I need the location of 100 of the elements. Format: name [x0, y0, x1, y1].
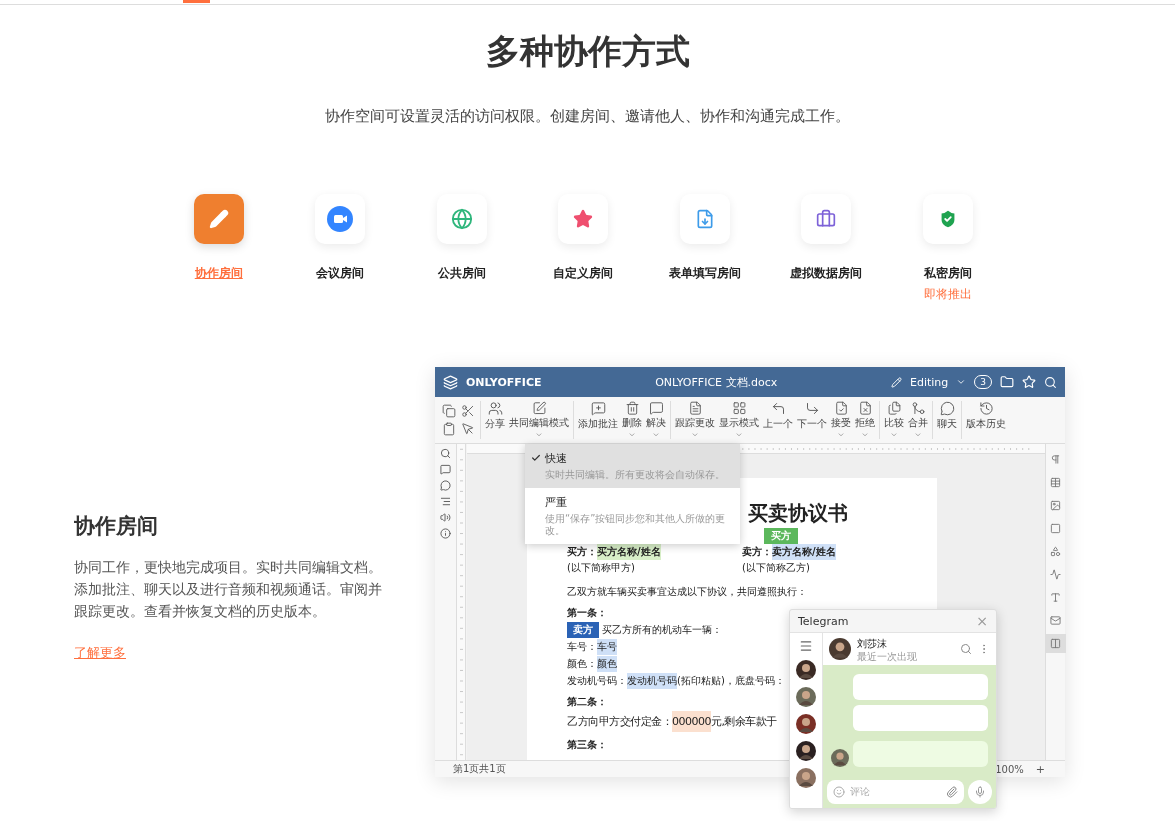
room-tab[interactable]: 私密房间 即将推出: [887, 194, 1009, 303]
document-heading: 第二条：: [567, 695, 607, 709]
toolbar-button[interactable]: 拒绝: [853, 401, 877, 439]
toolbar-button[interactable]: 聊天: [935, 401, 959, 439]
room-tab[interactable]: 会议房间: [279, 194, 401, 303]
toolbar-button[interactable]: 接受: [829, 401, 853, 439]
toolbar-button[interactable]: 分享: [483, 401, 507, 439]
accept-icon: [833, 401, 849, 416]
toolbar-button[interactable]: 删除: [620, 401, 644, 439]
check-icon: [531, 453, 541, 463]
navigation-icon[interactable]: [440, 496, 451, 507]
avatar[interactable]: [796, 768, 816, 788]
image-icon: [1050, 500, 1061, 511]
tab-label: 协作房间: [194, 265, 243, 282]
info-icon[interactable]: [440, 528, 451, 539]
menu-description: 实时共同编辑。所有更改将会自动保存。: [545, 469, 726, 481]
contact-name: 刘莎沫: [857, 636, 888, 651]
comment-icon: [648, 401, 664, 416]
mode-dropdown[interactable]: Editing: [909, 375, 949, 389]
trash-icon: [624, 401, 640, 416]
audio-icon[interactable]: [440, 512, 451, 523]
folder-icon[interactable]: [1000, 375, 1014, 389]
clipboard-icon[interactable]: [442, 422, 456, 436]
panel-tab[interactable]: [1045, 634, 1066, 653]
document-line: 乙双方就车辆买卖事宜达成以下协议，共同遵照执行：: [567, 585, 807, 599]
video-icon: [327, 206, 354, 232]
toolbar-button[interactable]: 添加批注: [576, 401, 620, 439]
pencil-icon: [208, 209, 229, 229]
search-icon[interactable]: [440, 448, 451, 459]
toolbar-button[interactable]: 跟踪更改: [673, 401, 717, 439]
placeholder: 评论: [850, 785, 871, 799]
tab-label: 公共房间: [437, 265, 486, 282]
grid-icon: [731, 401, 747, 416]
comment-add-icon: [590, 401, 606, 416]
toolbar-button[interactable]: 版本历史: [964, 401, 1008, 439]
feature-title: 协作房间: [74, 513, 159, 540]
avatar[interactable]: [829, 638, 851, 660]
edit-icon: [890, 376, 902, 388]
page-title: 多种协作方式: [484, 30, 691, 73]
document-line: 发动机号码：发动机号码(拓印粘贴)，底盘号码：: [567, 673, 785, 689]
menu-item[interactable]: 严重 使用“保存”按钮同步您和其他人所做的更改。: [525, 488, 740, 544]
briefcase-icon: [816, 209, 837, 229]
chat-icon[interactable]: [440, 480, 451, 491]
toolbar-button[interactable]: 比较: [882, 401, 906, 439]
avatar[interactable]: [796, 687, 816, 707]
document-line: 乙方向甲方交付定金：000000元,剩余车款于: [567, 711, 777, 732]
toolbar-button[interactable]: 下一个: [795, 401, 829, 439]
star-icon[interactable]: [1022, 375, 1036, 389]
avatar[interactable]: [796, 714, 816, 734]
microphone-button[interactable]: [968, 780, 992, 804]
room-tab[interactable]: 自定义房间: [522, 194, 644, 303]
panel-icon: [1050, 638, 1061, 649]
party-note: (以下简称甲方): [567, 561, 635, 575]
search-icon[interactable]: [1044, 375, 1057, 389]
zoom-level: 100%: [995, 763, 1024, 775]
track-icon: [687, 401, 703, 416]
avatar[interactable]: [796, 660, 816, 680]
toolbar-button[interactable]: 上一个: [761, 401, 795, 439]
tab-label: 会议房间: [316, 265, 365, 282]
cursor-tag: 买方: [764, 528, 798, 544]
toolbar-button[interactable]: 显示模式: [717, 401, 761, 439]
table-icon: [1050, 477, 1061, 488]
menu-item[interactable]: 快速 实时共同编辑。所有更改将会自动保存。: [525, 444, 740, 488]
cursor-tag: 卖方: [567, 622, 599, 638]
menu-label: 严重: [545, 495, 568, 510]
scissors-icon[interactable]: [461, 404, 475, 418]
text-art-icon: [1050, 592, 1061, 603]
menu-icon[interactable]: [799, 639, 813, 653]
avatar[interactable]: [796, 741, 816, 761]
menu-description: 使用“保存”按钮同步您和其他人所做的更改。: [545, 513, 727, 537]
chart-icon: [1050, 569, 1061, 580]
share-icon: [487, 401, 503, 416]
document-heading: 第三条：: [567, 738, 607, 752]
globe-icon: [450, 208, 473, 230]
toolbar-button[interactable]: 共同编辑模式: [507, 401, 571, 439]
reject-icon: [857, 401, 873, 416]
chat-icon: [939, 401, 955, 416]
search-icon[interactable]: [960, 643, 972, 655]
page-count: 第1页共1页: [453, 762, 507, 776]
room-tab[interactable]: 公共房间: [401, 194, 523, 303]
tab-label: 私密房间: [923, 265, 972, 282]
copy-icon[interactable]: [442, 404, 456, 418]
pointer-icon[interactable]: [461, 422, 475, 436]
paperclip-icon[interactable]: [946, 786, 958, 798]
document-heading: 第一条：: [567, 606, 607, 620]
tab-label: 虚拟数据房间: [790, 265, 863, 282]
document-line: 卖方 买乙方所有的机动车一辆：: [567, 622, 722, 638]
microphone-icon: [974, 786, 986, 798]
avatar[interactable]: [831, 749, 849, 767]
window-title: Telegram: [798, 614, 849, 628]
toolbar-button[interactable]: 合并: [906, 401, 930, 439]
previous-icon: [770, 401, 786, 416]
room-tab[interactable]: 表单填写房间: [644, 194, 766, 303]
zoom-in-button[interactable]: +: [1035, 762, 1045, 776]
party-note: (以下简称乙方): [742, 561, 810, 575]
next-icon: [804, 401, 820, 416]
room-tab[interactable]: 虚拟数据房间: [765, 194, 887, 303]
toolbar-button[interactable]: 解决: [644, 401, 668, 439]
logo: ONLYOFFICE: [466, 375, 542, 389]
comment-icon[interactable]: [440, 464, 451, 475]
